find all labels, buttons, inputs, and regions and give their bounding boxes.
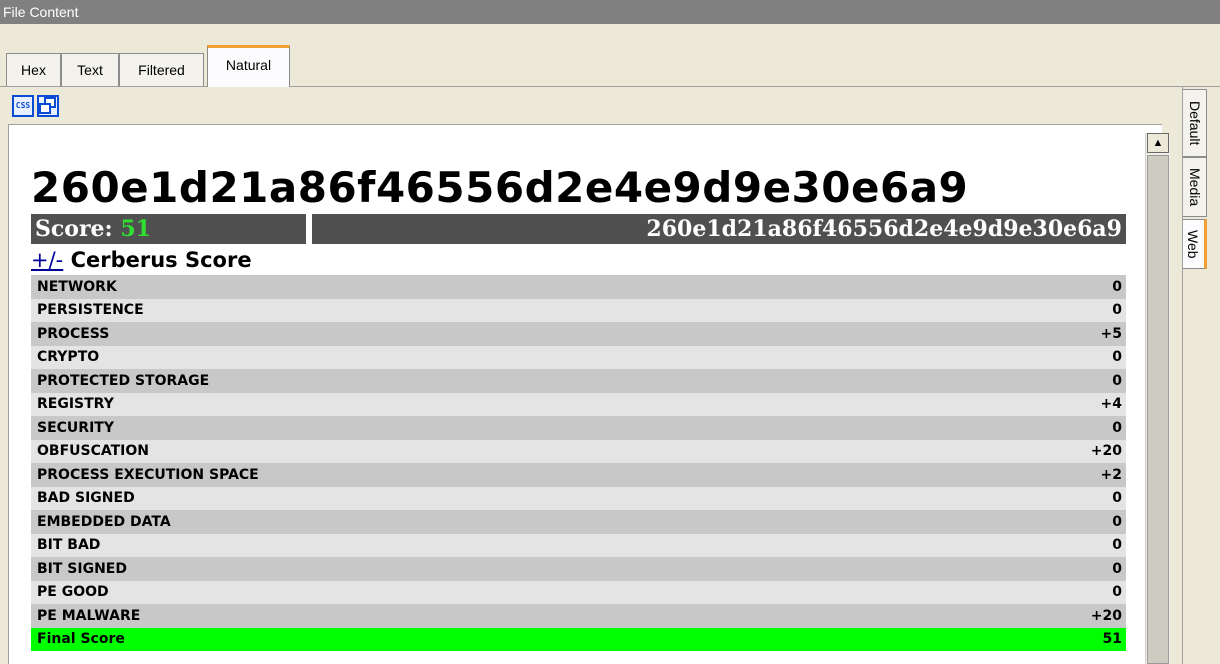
section-header: +/- Cerberus Score (31, 246, 252, 274)
side-tab-media[interactable]: Media (1183, 157, 1207, 217)
row-name: SECURITY (37, 419, 114, 436)
score-table: NETWORK 0 PERSISTENCE 0 PROCESS +5 CRYPTO 0 … (31, 275, 1126, 651)
row-name: NETWORK (37, 278, 117, 295)
row-value: 0 (1112, 537, 1122, 554)
score-row-security: SECURITY 0 (31, 416, 1126, 440)
score-banner: Score: 51 (31, 214, 306, 244)
score-row-obfuscation: OBFUSCATION +20 (31, 439, 1126, 463)
row-value: +4 (1100, 396, 1122, 413)
score-row-embedded-data: EMBEDDED DATA 0 (31, 510, 1126, 534)
final-score-row: Final Score 51 (31, 627, 1126, 651)
final-score-value: 51 (1102, 631, 1122, 648)
hash-banner: 260e1d21a86f46556d2e4e9d9e30e6a9 (312, 214, 1126, 244)
css-button[interactable]: CSS (12, 95, 34, 117)
scrollbar-thumb[interactable] (1147, 155, 1169, 664)
view-tabstrip: Hex Text Filtered Natural (0, 24, 1220, 87)
row-name: OBFUSCATION (37, 443, 149, 460)
score-row-bit-bad: BIT BAD 0 (31, 533, 1126, 557)
scroll-up-arrow-icon[interactable]: ▲ (1147, 133, 1169, 153)
row-name: BIT SIGNED (37, 560, 127, 577)
row-value: 0 (1112, 278, 1122, 295)
row-value: 0 (1112, 372, 1122, 389)
section-title: Cerberus Score (70, 248, 252, 272)
score-row-crypto: CRYPTO 0 (31, 345, 1126, 369)
row-value: 0 (1112, 302, 1122, 319)
new-window-button[interactable] (37, 95, 59, 117)
row-name: PROCESS EXECUTION SPACE (37, 466, 259, 483)
score-row-bad-signed: BAD SIGNED 0 (31, 486, 1126, 510)
row-value: 0 (1112, 349, 1122, 366)
row-value: +20 (1090, 443, 1122, 460)
row-value: +5 (1100, 325, 1122, 342)
row-name: EMBEDDED DATA (37, 513, 171, 530)
score-row-protected-storage: PROTECTED STORAGE 0 (31, 369, 1126, 393)
side-tab-web[interactable]: Web (1183, 219, 1207, 269)
vertical-scrollbar[interactable]: ▲ (1145, 133, 1170, 664)
row-name: PROTECTED STORAGE (37, 372, 210, 389)
score-value: 51 (120, 216, 151, 242)
window-title: File Content (0, 0, 1220, 24)
score-row-pe-good: PE GOOD 0 (31, 580, 1126, 604)
row-name: PE GOOD (37, 584, 109, 601)
score-row-bit-signed: BIT SIGNED 0 (31, 557, 1126, 581)
score-row-process: PROCESS +5 (31, 322, 1126, 346)
tab-natural[interactable]: Natural (207, 45, 290, 87)
score-row-persistence: PERSISTENCE 0 (31, 298, 1126, 322)
row-name: PE MALWARE (37, 607, 141, 624)
tab-filtered[interactable]: Filtered (119, 53, 204, 87)
row-value: +2 (1100, 466, 1122, 483)
row-name: REGISTRY (37, 396, 114, 413)
tab-text[interactable]: Text (61, 53, 119, 87)
row-name: CRYPTO (37, 349, 100, 366)
row-name: BAD SIGNED (37, 490, 135, 507)
row-name: PERSISTENCE (37, 302, 144, 319)
score-label: Score: (35, 216, 121, 242)
section-toggle-link[interactable]: +/- (31, 248, 63, 272)
row-value: 0 (1112, 560, 1122, 577)
file-hash-title: 260e1d21a86f46556d2e4e9d9e30e6a9 (31, 163, 969, 212)
row-name: BIT BAD (37, 537, 101, 554)
tab-hex[interactable]: Hex (6, 53, 61, 87)
row-value: 0 (1112, 419, 1122, 436)
row-name: PROCESS (37, 325, 110, 342)
row-value: 0 (1112, 584, 1122, 601)
row-value: +20 (1090, 607, 1122, 624)
toolbar: CSS (0, 87, 1170, 124)
report-pane: 260e1d21a86f46556d2e4e9d9e30e6a9 Score: … (8, 124, 1162, 664)
score-row-registry: REGISTRY +4 (31, 392, 1126, 416)
score-row-pe-malware: PE MALWARE +20 (31, 604, 1126, 628)
side-tab-default[interactable]: Default (1183, 89, 1207, 157)
row-value: 0 (1112, 490, 1122, 507)
new-window-icon (39, 97, 56, 114)
score-row-process-execution-space: PROCESS EXECUTION SPACE +2 (31, 463, 1126, 487)
final-score-label: Final Score (37, 631, 125, 648)
css-icon: CSS (15, 101, 31, 110)
side-tabstrip: Default Media Web (1170, 87, 1220, 664)
score-row-network: NETWORK 0 (31, 275, 1126, 299)
row-value: 0 (1112, 513, 1122, 530)
